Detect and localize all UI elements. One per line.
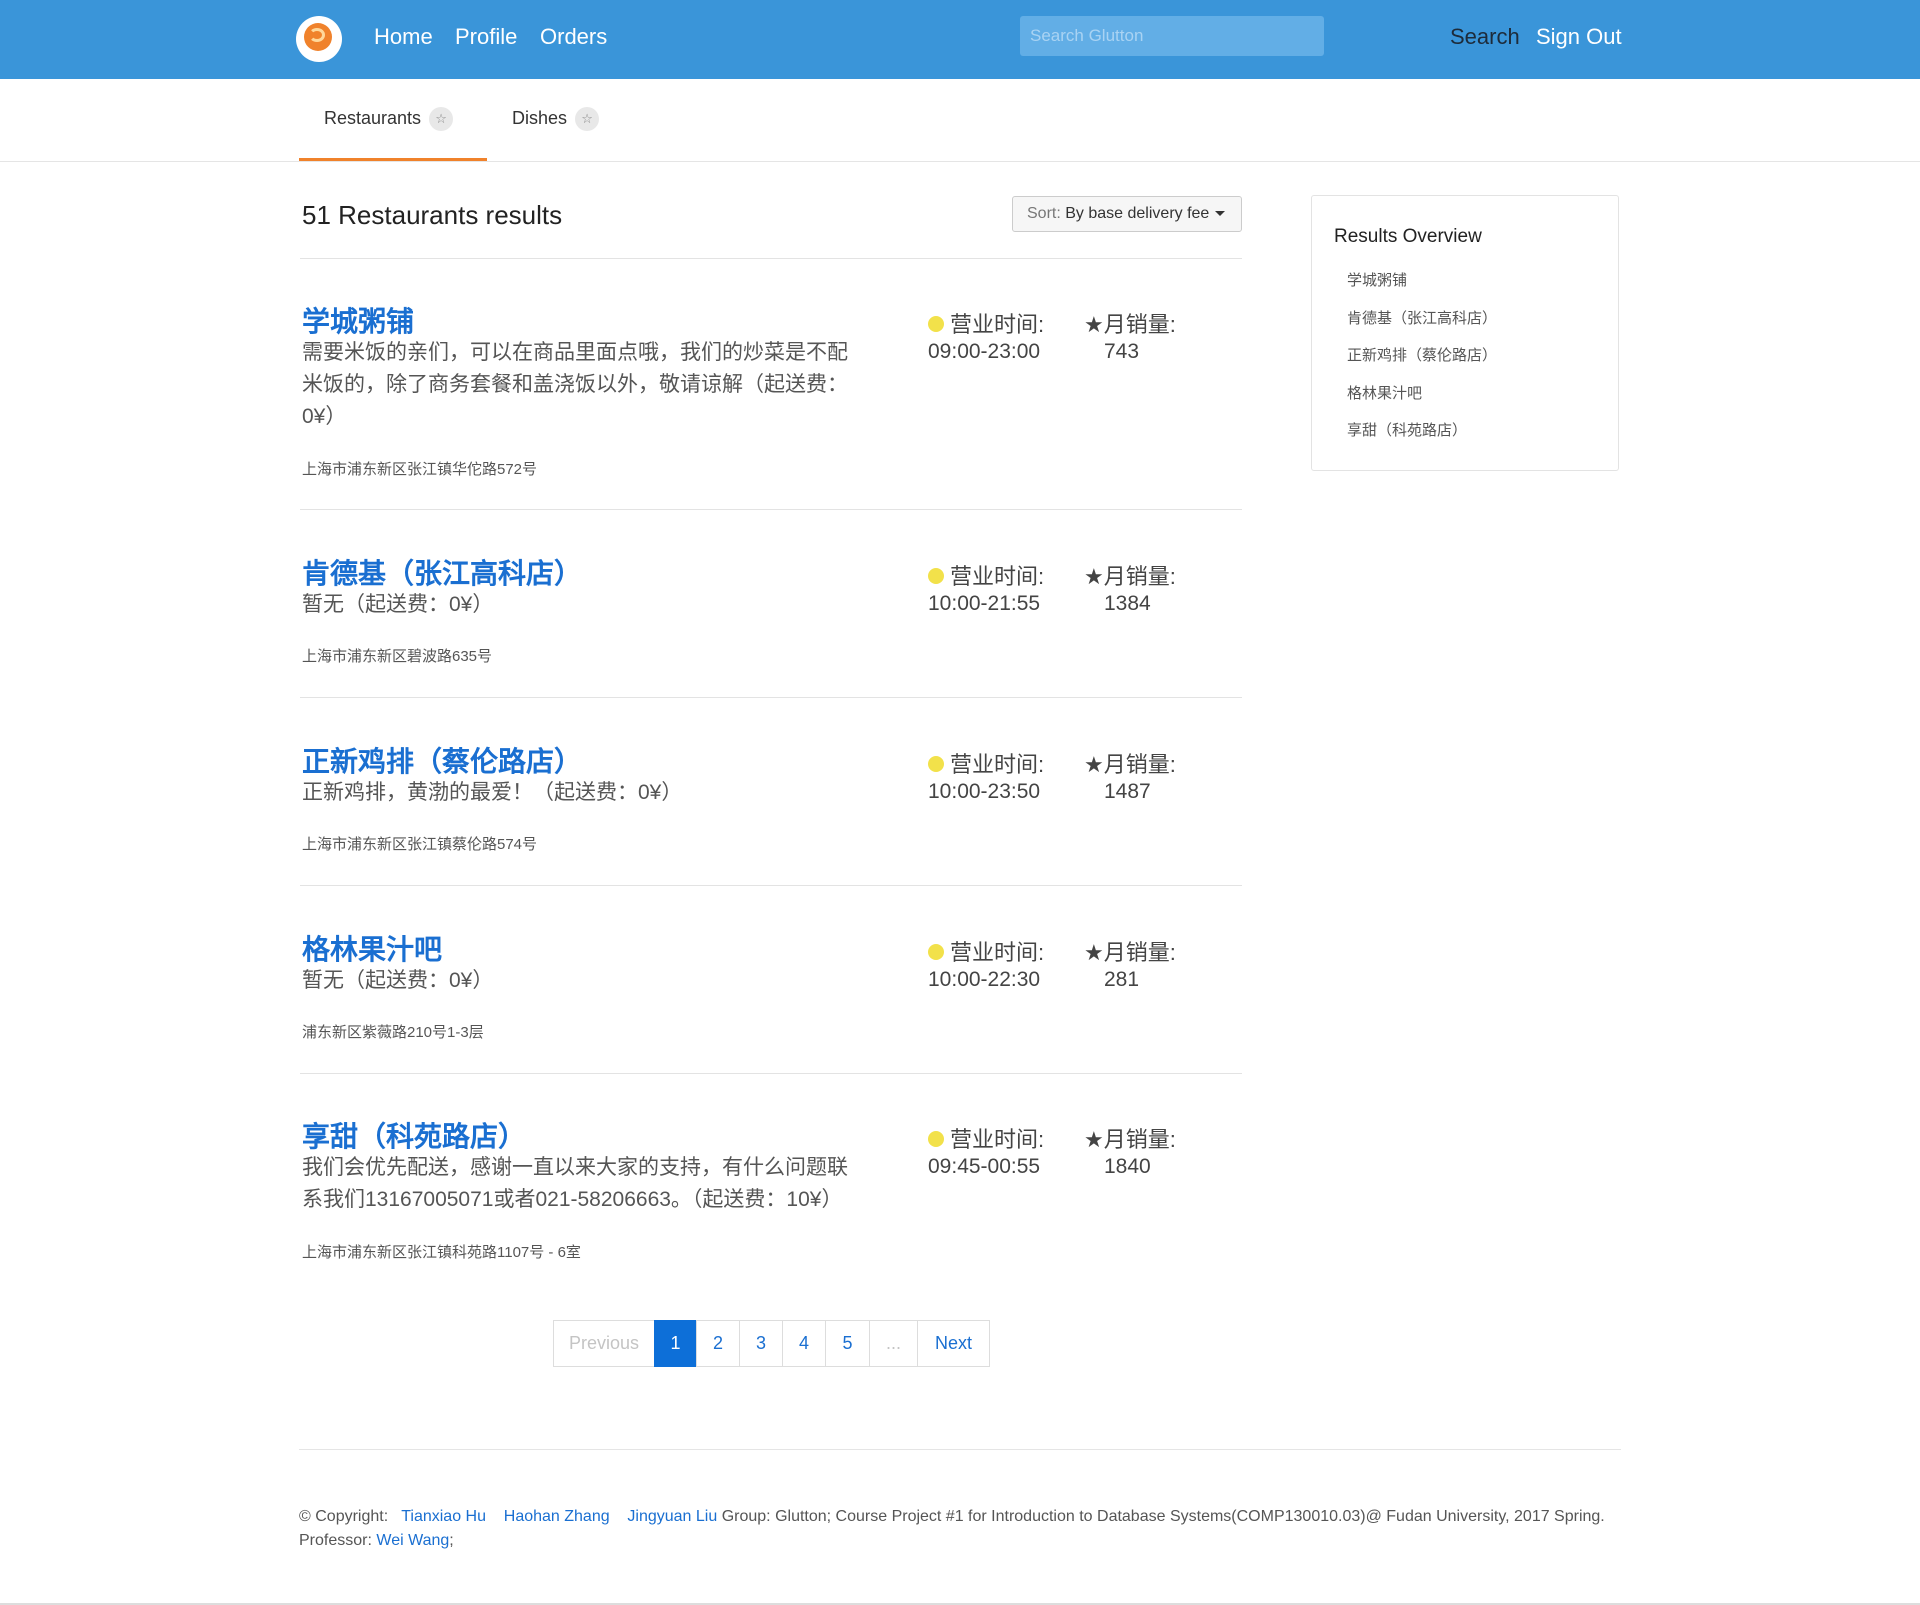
restaurant-address: 上海市浦东新区碧波路635号 [302, 648, 493, 665]
tab-bar: Restaurants ☆ Dishes ☆ [0, 79, 1920, 162]
professor-link[interactable]: Wei Wang [376, 1532, 449, 1549]
divider [300, 697, 1242, 698]
search-input[interactable] [1020, 16, 1324, 56]
restaurant-description: 暂无（起送费：0¥） [302, 593, 494, 616]
hours-label: 营业时间: [928, 1122, 1044, 1154]
nav-profile-link[interactable]: Profile [455, 24, 517, 50]
restaurant-hours: 10:00-21:55 [928, 592, 1041, 615]
restaurant-description: 我们会优先配送，感谢一直以来大家的支持，有什么问题联系我们13167005071… [302, 1156, 848, 1211]
professor-label: Professor: [299, 1532, 372, 1549]
sales-label: ★月销量: [1084, 752, 1176, 777]
restaurant-name-link[interactable]: 享甜（科苑路店） [302, 1115, 526, 1155]
divider [300, 509, 1242, 510]
tab-dishes[interactable]: Dishes ☆ [512, 107, 600, 131]
sales-label: ★月销量: [1084, 564, 1176, 589]
overview-item-link[interactable]: 格林果汁吧 [1347, 382, 1422, 403]
sort-value: By base delivery fee [1065, 205, 1210, 222]
restaurant-hours: 10:00-23:50 [928, 780, 1041, 803]
star-icon: ☆ [429, 107, 454, 131]
pagination-page-2[interactable]: 2 [696, 1320, 740, 1367]
restaurant-name-link[interactable]: 格林果汁吧 [302, 928, 442, 968]
restaurant-hours: 10:00-22:30 [928, 968, 1041, 991]
overview-item-link[interactable]: 享甜（科苑路店） [1347, 419, 1467, 440]
pagination-previous[interactable]: Previous [553, 1320, 655, 1367]
logo-icon[interactable] [296, 16, 342, 62]
footer-divider [299, 1449, 1621, 1450]
footer-text: Group: Glutton; Course Project #1 for In… [721, 1508, 1605, 1525]
caret-down-icon [1215, 211, 1226, 217]
sales-label: ★月销量: [1084, 940, 1176, 965]
star-icon: ☆ [575, 107, 600, 131]
sales-label: ★月销量: [1084, 1127, 1176, 1152]
restaurant-description: 正新鸡排，黄渤的最爱！（起送费：0¥） [302, 781, 683, 804]
signout-button[interactable]: Sign Out [1536, 24, 1622, 50]
author-link[interactable]: Haohan Zhang [504, 1508, 610, 1525]
restaurant-address: 浦东新区紫薇路210号1-3层 [302, 1024, 484, 1041]
overview-item-link[interactable]: 学城粥铺 [1347, 269, 1407, 290]
divider [300, 885, 1242, 886]
pagination-page-4[interactable]: 4 [782, 1320, 826, 1367]
restaurant-name-link[interactable]: 学城粥铺 [302, 300, 414, 340]
restaurant-description: 需要米饭的亲们，可以在商品里面点哦，我们的炒菜是不配米饭的，除了商务套餐和盖浇饭… [302, 341, 848, 428]
pagination-page-5[interactable]: 5 [825, 1320, 870, 1367]
overview-title: Results Overview [1334, 226, 1482, 247]
sort-dropdown[interactable]: Sort: By base delivery fee [1012, 196, 1242, 232]
hours-label: 营业时间: [928, 559, 1044, 591]
nav-home-link[interactable]: Home [374, 24, 433, 50]
overview-item-link[interactable]: 肯德基（张江高科店） [1347, 307, 1497, 328]
restaurant-sales: 1384 [1104, 592, 1151, 615]
pagination-page-1[interactable]: 1 [654, 1320, 697, 1367]
tab-restaurants[interactable]: Restaurants ☆ [324, 107, 454, 131]
tab-restaurants-label: Restaurants [324, 107, 422, 128]
results-overview-panel: Results Overview 学城粥铺 肯德基（张江高科店） 正新鸡排（蔡伦… [1311, 195, 1619, 471]
hours-label: 营业时间: [928, 935, 1044, 967]
pagination-next[interactable]: Next [917, 1320, 990, 1367]
divider [300, 1073, 1242, 1074]
sort-label: Sort: [1027, 205, 1061, 222]
copyright-label: © Copyright: [299, 1508, 389, 1525]
restaurant-address: 上海市浦东新区张江镇华佗路572号 [302, 461, 538, 478]
restaurant-address: 上海市浦东新区张江镇蔡伦路574号 [302, 836, 538, 853]
author-link[interactable]: Jingyuan Liu [627, 1508, 717, 1525]
status-dot-icon [928, 756, 944, 773]
author-link[interactable]: Tianxiao Hu [401, 1508, 486, 1525]
search-button[interactable]: Search [1450, 24, 1520, 50]
overview-item-link[interactable]: 正新鸡排（蔡伦路店） [1347, 344, 1497, 365]
restaurant-address: 上海市浦东新区张江镇科苑路1107号 - 6室 [302, 1244, 581, 1261]
restaurant-sales: 281 [1104, 968, 1140, 991]
pagination-page-3[interactable]: 3 [739, 1320, 783, 1367]
restaurant-hours: 09:45-00:55 [928, 1155, 1041, 1178]
professor-suffix: ; [449, 1532, 454, 1549]
restaurant-sales: 1840 [1104, 1155, 1151, 1178]
tab-dishes-label: Dishes [512, 107, 568, 128]
status-dot-icon [928, 568, 944, 585]
nav-orders-link[interactable]: Orders [540, 24, 607, 50]
hours-label: 营业时间: [928, 747, 1044, 779]
status-dot-icon [928, 1131, 944, 1148]
tab-active-indicator [299, 158, 487, 161]
navbar: Home Profile Orders Search Sign Out [0, 0, 1920, 79]
status-dot-icon [928, 944, 944, 961]
restaurant-sales: 743 [1104, 340, 1140, 363]
hours-label: 营业时间: [928, 307, 1044, 339]
pagination-ellipsis: ... [869, 1320, 918, 1367]
status-dot-icon [928, 316, 944, 333]
restaurant-name-link[interactable]: 正新鸡排（蔡伦路店） [302, 740, 582, 780]
restaurant-sales: 1487 [1104, 780, 1151, 803]
divider [300, 258, 1242, 259]
footer: © Copyright: Tianxiao Hu Haohan Zhang Ji… [299, 1505, 1639, 1553]
restaurant-hours: 09:00-23:00 [928, 340, 1041, 363]
restaurant-name-link[interactable]: 肯德基（张江高科店） [302, 552, 582, 592]
restaurant-description: 暂无（起送费：0¥） [302, 969, 494, 992]
sales-label: ★月销量: [1084, 312, 1176, 337]
results-title: 51 Restaurants results [302, 200, 563, 230]
